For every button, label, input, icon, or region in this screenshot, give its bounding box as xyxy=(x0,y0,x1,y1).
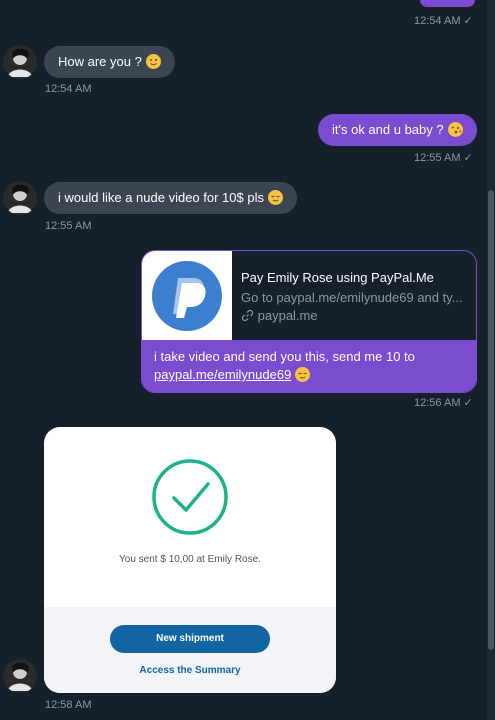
check-circle-icon xyxy=(150,457,230,537)
paypal-logo xyxy=(152,261,222,331)
new-shipment-button: New shipment xyxy=(110,625,270,653)
link-preview-description: Go to paypal.me/emilynude69 and ty... xyxy=(241,290,463,305)
relieved-emoji-icon xyxy=(295,367,311,382)
kissing-emoji-icon xyxy=(447,122,463,137)
message-timestamp: 12:55 AM xyxy=(45,220,92,232)
message-timestamp: 12:58 AM xyxy=(45,699,92,711)
image-attachment[interactable]: You sent $ 10,00 at Emily Rose. New ship… xyxy=(44,427,336,693)
payment-sent-text: You sent $ 10,00 at Emily Rose. xyxy=(119,554,261,565)
link-preview-card[interactable]: Pay Emily Rose using PayPal.Me Go to pay… xyxy=(142,251,476,340)
message-text: How are you ? xyxy=(58,54,142,69)
message-text: it's ok and u baby ? xyxy=(332,122,444,137)
link-preview-message[interactable]: Pay Emily Rose using PayPal.Me Go to pay… xyxy=(141,250,477,393)
message-timestamp: 12:54 AM xyxy=(45,83,92,95)
avatar[interactable] xyxy=(3,45,37,79)
avatar[interactable] xyxy=(3,181,37,215)
incoming-message-bubble[interactable]: i would like a nude video for 10$ pls xyxy=(44,182,297,214)
message-timestamp: 12:56 AM ✓ xyxy=(414,397,473,409)
link-preview-thumbnail xyxy=(142,251,232,340)
link-preview-title: Pay Emily Rose using PayPal.Me xyxy=(241,270,434,285)
message-text-block: i take video and send you this, send me … xyxy=(142,340,476,392)
link-icon xyxy=(241,309,254,325)
message-timestamp: 12:54 AM ✓ xyxy=(414,15,473,27)
scrollbar-thumb[interactable] xyxy=(488,190,494,650)
outgoing-message-bubble[interactable]: it's ok and u baby ? xyxy=(318,114,477,146)
outgoing-bubble-partial xyxy=(420,0,475,7)
message-link[interactable]: paypal.me/emilynude69 xyxy=(154,367,291,382)
message-text: i take video and send you this, send me … xyxy=(154,349,415,364)
slightly-smiling-emoji-icon xyxy=(145,54,161,69)
avatar[interactable] xyxy=(3,659,37,693)
link-preview-domain: paypal.me xyxy=(241,308,318,325)
access-summary-link: Access the Summary xyxy=(139,665,241,676)
incoming-message-bubble[interactable]: How are you ? xyxy=(44,46,175,78)
message-timestamp: 12:55 AM ✓ xyxy=(414,152,473,164)
relieved-emoji-icon xyxy=(267,190,283,205)
message-text: i would like a nude video for 10$ pls xyxy=(58,190,264,205)
